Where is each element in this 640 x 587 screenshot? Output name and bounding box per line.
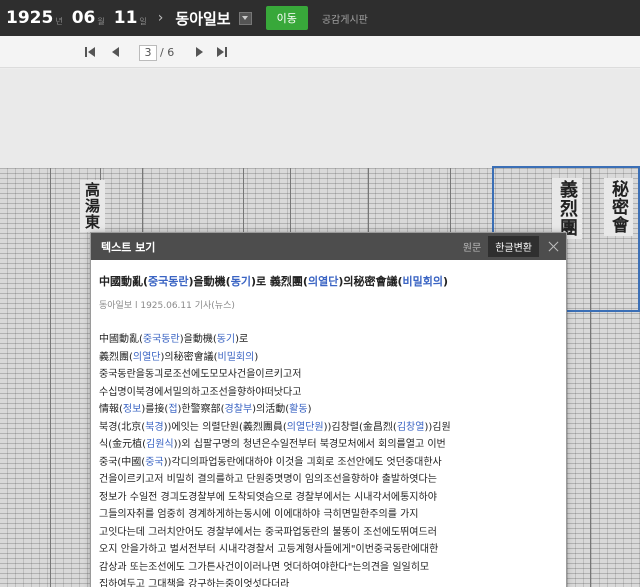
chevron-right-icon: ›	[157, 10, 164, 26]
article-line: 집하여두고 그대책을 강구하는중이엇섯다더라	[99, 579, 290, 587]
page-total: / 6	[160, 46, 175, 59]
page-navigator	[0, 36, 640, 68]
tab-original[interactable]: 원문	[456, 236, 488, 257]
day-unit: 일	[139, 16, 147, 26]
popup-header: 텍스트 보기 원문 한글변환	[91, 233, 566, 260]
article-line: 中國動亂(중국동란)을動機(동기)로	[99, 334, 249, 345]
popup-title: 텍스트 보기	[101, 240, 156, 254]
article-line: 정보가 수일전 경긔도경찰부에 도착되엿슴으로 경찰부에서는 시내각서에통지하야	[99, 491, 437, 503]
month-value[interactable]: 06	[72, 8, 96, 28]
newspaper-name[interactable]: 동아일보	[175, 8, 230, 29]
year-unit: 년	[55, 16, 63, 26]
article-line: 북경(北京(북경))에잇는 의렬단원(義烈團員(의열단원))김창렬(金昌烈(김창…	[99, 421, 451, 433]
page-number-input[interactable]: 3	[139, 45, 157, 61]
article-line: 그들의자취를 엄중히 경계하게하는동시에 이에대하야 극히면밀한주의를 가지	[99, 509, 419, 520]
day-value[interactable]: 11	[114, 8, 138, 28]
close-icon[interactable]	[539, 233, 566, 260]
article-meta: 동아일보 l 1925.06.11 기사(뉴스)	[99, 301, 235, 311]
article-line: 감상과 또는조선에도 그가튼사건이이러나면 엇더하여야한다"는의견을 일일히모	[99, 561, 430, 573]
last-page-icon[interactable]	[216, 45, 228, 59]
popup-body: 中國動亂(중국동란)을動機(동기)로 義烈團(의열단)의秘密會議(비밀회의) 동…	[91, 260, 566, 587]
move-button[interactable]: 이동	[265, 6, 308, 30]
next-page-icon[interactable]	[193, 45, 205, 59]
year-value[interactable]: 1925	[6, 8, 53, 28]
scan-headline-decoration: 高湯東	[80, 180, 105, 232]
article-line: 수십명이북경에서밀의하고조선을향하야떠낫다고	[99, 386, 302, 398]
tab-hangul[interactable]: 한글변환	[488, 236, 539, 257]
board-link[interactable]: 공감게시판	[322, 11, 368, 26]
text-view-popup: 텍스트 보기 원문 한글변환 中國動亂(중국동란)을動機(동기)로 義烈團(의열…	[90, 232, 567, 587]
month-unit: 월	[97, 16, 105, 26]
article-line: 건을이르키고저 비밀히 결의를하고 단원중몃명이 임의조선을향하야 출발하엿다는	[99, 474, 437, 485]
article-title: 中國動亂(중국동란)을動機(동기)로 義烈團(의열단)의秘密會議(비밀회의)	[99, 275, 449, 288]
article-line: 오지 안을가하고 벌서전부터 시내각경찰서 고등계형사들에게"이번중국동란에대한	[99, 544, 439, 555]
top-bar: 1925 년 06 월 11 일 › 동아일보 이동 공감게시판	[0, 0, 640, 36]
first-page-icon[interactable]	[84, 45, 96, 59]
prev-page-icon[interactable]	[110, 45, 122, 59]
article-line: 情報(정보)를接(접)한警察部(경찰부)의活動(활동)	[99, 404, 312, 415]
article-line: 義烈團(의열단)의秘密會議(비밀회의)	[99, 351, 259, 363]
article-line: 중국(中國(중국))각디의파업동란에대하야 이것을 긔회로 조선안에도 엇던중대…	[99, 456, 442, 468]
newspaper-dropdown-icon[interactable]	[238, 11, 252, 25]
article-line: 고잇다는데 그러치안어도 경찰부에서는 중국파업동란의 불똥이 조선에도뛰여드러	[99, 526, 437, 538]
article-line: 식(金元植(김원식))외 십팔구명의 청년은수일전부터 북경모처에서 회의를열고…	[99, 439, 446, 450]
article-line: 중국동란을동긔로조선에도모모사건을이르키고저	[99, 369, 302, 380]
article-text: 中國動亂(중국동란)을動機(동기)로 義烈團(의열단)의秘密會議(비밀회의) 중국동…	[99, 331, 553, 587]
